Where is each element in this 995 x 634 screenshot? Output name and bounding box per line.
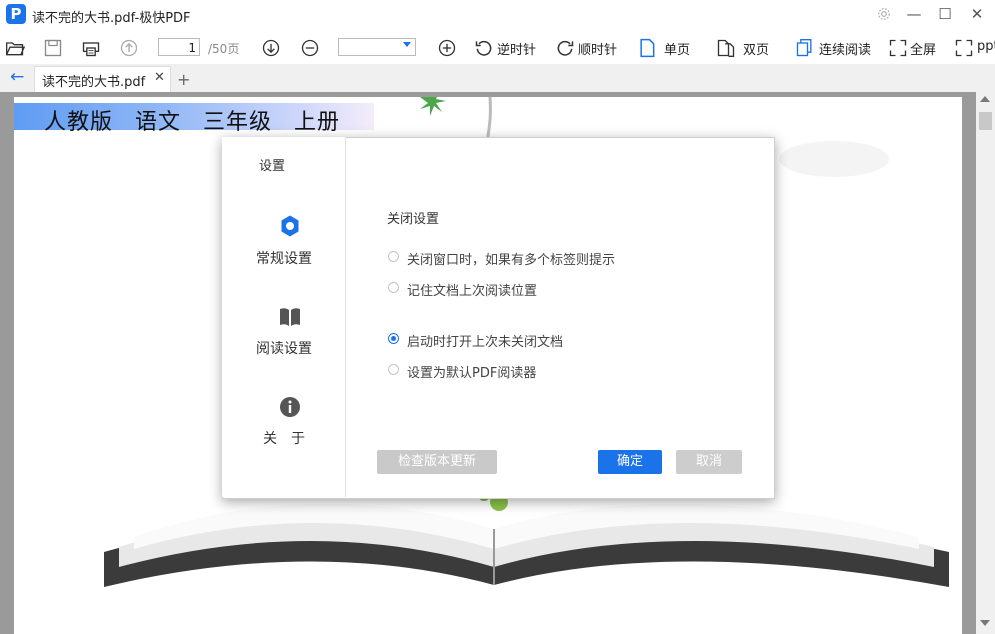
option-radio-reopen-docs[interactable] <box>388 333 399 344</box>
previous-page-icon[interactable] <box>119 38 139 58</box>
option-radio-remember-position[interactable] <box>388 282 399 293</box>
app-logo-icon: P <box>6 4 26 24</box>
section-title: 关闭设置 <box>387 212 440 227</box>
close-button[interactable]: ✕ <box>966 4 988 24</box>
continuous-reading-button[interactable]: 连续阅读 <box>819 39 871 58</box>
page-number-input[interactable]: 1 <box>158 38 200 56</box>
gear-icon[interactable] <box>278 214 302 238</box>
print-icon[interactable] <box>81 38 101 58</box>
maximize-button[interactable]: ☐ <box>934 4 956 24</box>
option-label[interactable]: 记住文档上次阅读位置 <box>407 280 537 299</box>
option-label[interactable]: 关闭窗口时，如果有多个标签则提示 <box>407 249 615 268</box>
double-page-button[interactable]: 双页 <box>743 39 769 58</box>
rotate-cw-icon[interactable] <box>555 38 575 58</box>
zoom-out-icon[interactable] <box>300 38 320 58</box>
save-icon[interactable] <box>43 38 63 58</box>
page-total-label: /50页 <box>208 42 240 56</box>
rotate-cw-button[interactable]: 顺时针 <box>578 39 617 58</box>
zoom-select[interactable] <box>338 38 416 56</box>
ppt-mode-icon[interactable] <box>954 38 974 58</box>
banner-text: 人教版 语文 三年级 上册 <box>44 110 340 135</box>
scroll-up-icon[interactable] <box>980 96 990 102</box>
nav-about[interactable]: 关 于 <box>222 428 346 448</box>
ok-button[interactable]: 确定 <box>598 450 662 474</box>
nav-reading-settings[interactable]: 阅读设置 <box>222 338 346 358</box>
option-label[interactable]: 设置为默认PDF阅读器 <box>407 362 536 381</box>
option-radio-tab-prompt[interactable] <box>388 251 399 262</box>
fullscreen-icon[interactable] <box>888 38 908 58</box>
open-folder-icon[interactable] <box>5 38 25 58</box>
rotate-ccw-icon[interactable] <box>474 38 494 58</box>
chevron-down-icon[interactable] <box>403 42 411 47</box>
vertical-scrollbar[interactable] <box>976 92 995 634</box>
single-page-button[interactable]: 单页 <box>664 39 690 58</box>
continuous-reading-icon[interactable] <box>795 38 815 58</box>
option-label[interactable]: 启动时打开上次未关闭文档 <box>407 331 563 350</box>
next-page-icon[interactable] <box>261 38 281 58</box>
check-update-button[interactable]: 检查版本更新 <box>377 450 497 474</box>
tab-label[interactable]: 读不完的大书.pdf <box>42 71 145 90</box>
window-title: 读不完的大书.pdf-极快PDF <box>32 11 191 26</box>
ppt-mode-button[interactable]: ppt <box>977 39 995 54</box>
dialog-title: 设置 <box>259 159 286 174</box>
rotate-ccw-button[interactable]: 逆时针 <box>497 39 536 58</box>
scroll-down-icon[interactable] <box>980 620 990 626</box>
minimize-button[interactable]: — <box>903 4 925 24</box>
option-radio-default-reader[interactable] <box>388 364 399 375</box>
double-page-icon[interactable] <box>716 38 736 58</box>
scrollbar-thumb[interactable] <box>979 112 992 130</box>
skin-settings-icon[interactable] <box>873 4 895 24</box>
back-arrow-icon[interactable]: ← <box>10 67 24 87</box>
nav-general-settings[interactable]: 常规设置 <box>222 248 346 268</box>
cancel-button[interactable]: 取消 <box>676 450 742 474</box>
book-icon[interactable] <box>278 305 302 329</box>
zoom-in-icon[interactable] <box>437 38 457 58</box>
fullscreen-button[interactable]: 全屏 <box>910 39 936 58</box>
new-tab-button[interactable]: + <box>177 70 190 89</box>
info-icon[interactable] <box>278 395 302 419</box>
single-page-icon[interactable] <box>637 38 657 58</box>
tab-close-icon[interactable]: ✕ <box>154 70 165 85</box>
